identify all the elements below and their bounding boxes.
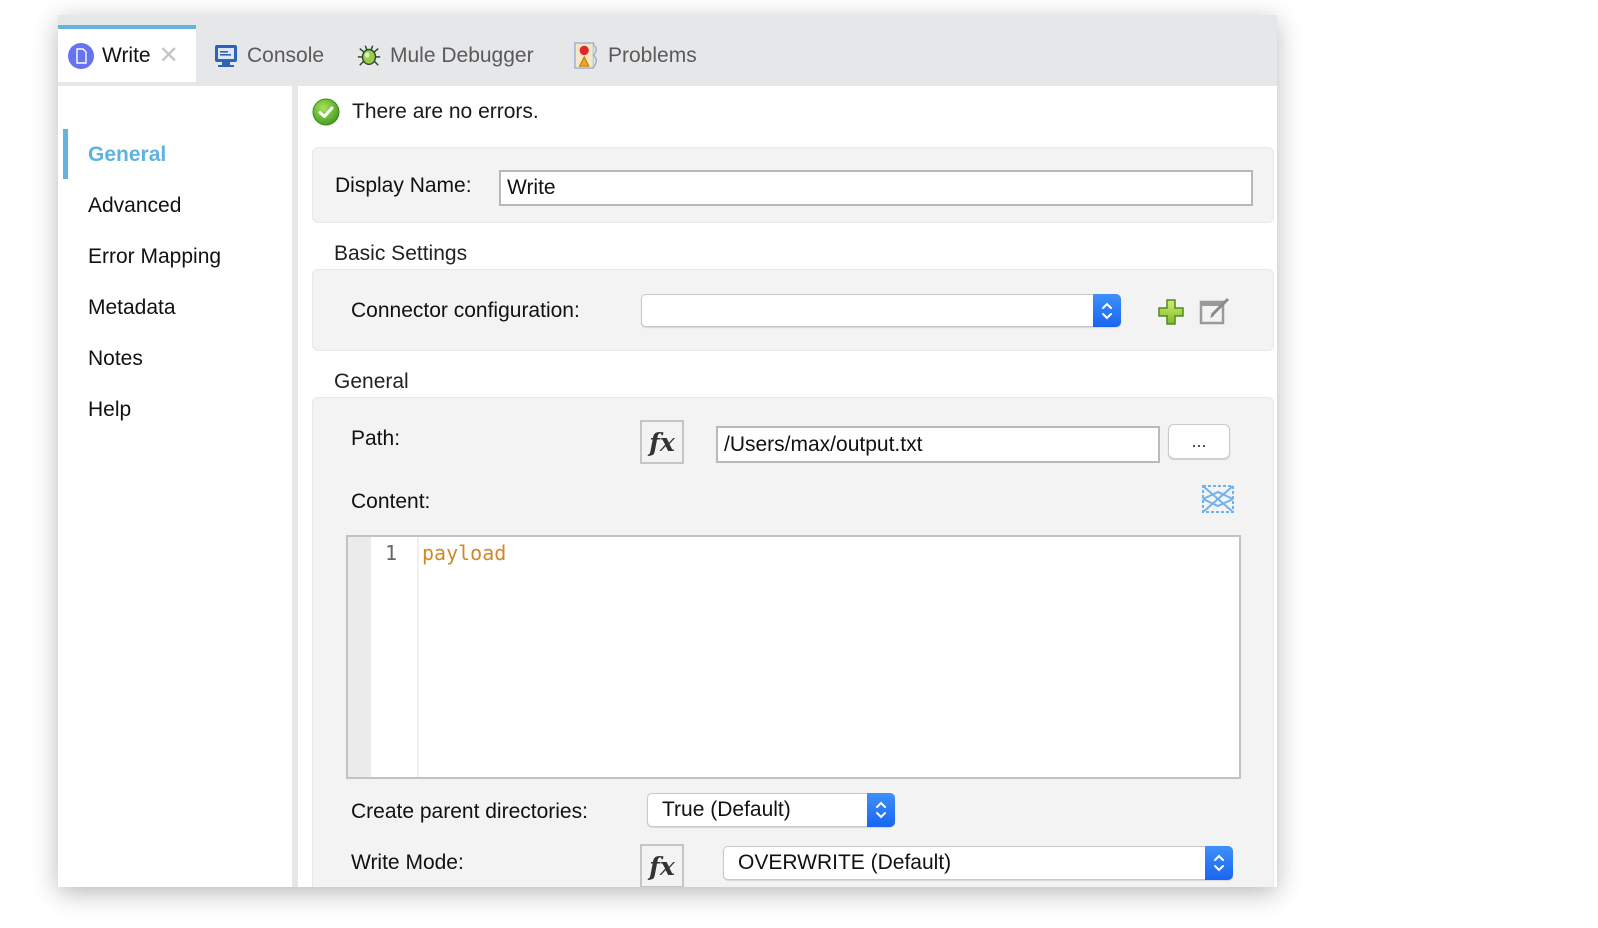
fx-icon: fx — [649, 427, 675, 457]
editor-gutter — [348, 537, 371, 777]
create-parent-dirs-value: True (Default) — [662, 798, 791, 821]
connector-config-select[interactable] — [641, 294, 1121, 327]
create-parent-dirs-select[interactable]: True (Default) — [647, 793, 895, 827]
properties-panel: Write ✕ Console Mule Debugger Problems G… — [58, 15, 1277, 887]
sidebar-item-metadata[interactable]: Metadata — [88, 296, 176, 320]
sidebar: General Advanced Error Mapping Metadata … — [58, 86, 292, 887]
general-section-title: General — [334, 370, 409, 393]
write-mode-select[interactable]: OVERWRITE (Default) — [723, 846, 1233, 880]
line-number: 1 — [385, 541, 398, 565]
path-fx-toggle[interactable]: fx — [640, 420, 684, 464]
tab-bar: Write ✕ Console Mule Debugger Problems — [58, 15, 1277, 86]
sidebar-item-help[interactable]: Help — [88, 398, 131, 422]
basic-settings-title: Basic Settings — [334, 242, 468, 265]
editor-code[interactable]: payload — [422, 541, 506, 565]
display-name-label: Display Name: — [335, 174, 472, 197]
sidebar-item-error-mapping[interactable]: Error Mapping — [88, 245, 221, 269]
document-icon — [68, 42, 94, 69]
tab-label: Problems — [608, 43, 697, 67]
display-name-section: Display Name: Write — [312, 147, 1274, 223]
basic-settings-section: Connector configuration: — [312, 269, 1274, 351]
tab-console[interactable]: Console — [213, 25, 324, 86]
select-arrows-icon — [867, 793, 895, 827]
edit-icon[interactable] — [1199, 296, 1231, 331]
problems-icon — [574, 41, 600, 69]
browse-button[interactable]: ... — [1168, 424, 1230, 459]
check-circle-icon — [312, 98, 340, 126]
content-area: There are no errors. Display Name: Write… — [298, 86, 1277, 887]
tab-problems[interactable]: Problems — [574, 25, 697, 86]
status-message: There are no errors. — [312, 98, 539, 126]
sidebar-item-advanced[interactable]: Advanced — [88, 194, 181, 218]
display-name-input[interactable]: Write — [499, 170, 1253, 206]
content-label: Content: — [351, 490, 431, 513]
tab-write[interactable]: Write ✕ — [58, 25, 196, 82]
transform-map-icon[interactable] — [1201, 484, 1235, 519]
status-text: There are no errors. — [352, 100, 539, 123]
sidebar-item-notes[interactable]: Notes — [88, 347, 143, 371]
write-mode-label: Write Mode: — [351, 851, 464, 874]
select-arrows-icon — [1205, 846, 1233, 880]
path-input[interactable]: /Users/max/output.txt — [716, 426, 1160, 463]
tab-label: Console — [247, 43, 325, 67]
tab-label: Mule Debugger — [390, 43, 534, 67]
tab-mule-debugger[interactable]: Mule Debugger — [356, 25, 534, 86]
write-mode-fx-toggle[interactable]: fx — [640, 844, 684, 887]
content-editor[interactable]: 1 payload — [346, 535, 1241, 779]
close-icon[interactable]: ✕ — [159, 43, 179, 68]
console-icon — [213, 43, 239, 69]
select-arrows-icon — [1093, 294, 1121, 327]
general-section: Path: fx /Users/max/output.txt ... Conte… — [312, 397, 1274, 887]
bug-icon — [356, 43, 382, 69]
sidebar-active-marker — [63, 129, 68, 179]
sidebar-item-general[interactable]: General — [88, 143, 166, 167]
create-parent-dirs-label: Create parent directories: — [351, 800, 588, 823]
write-mode-value: OVERWRITE (Default) — [738, 851, 952, 874]
fx-icon: fx — [649, 851, 675, 881]
editor-line-numbers: 1 — [371, 537, 419, 777]
tab-label: Write — [102, 43, 151, 67]
plus-icon[interactable] — [1157, 298, 1185, 331]
connector-config-label: Connector configuration: — [351, 299, 580, 322]
path-label: Path: — [351, 427, 401, 450]
